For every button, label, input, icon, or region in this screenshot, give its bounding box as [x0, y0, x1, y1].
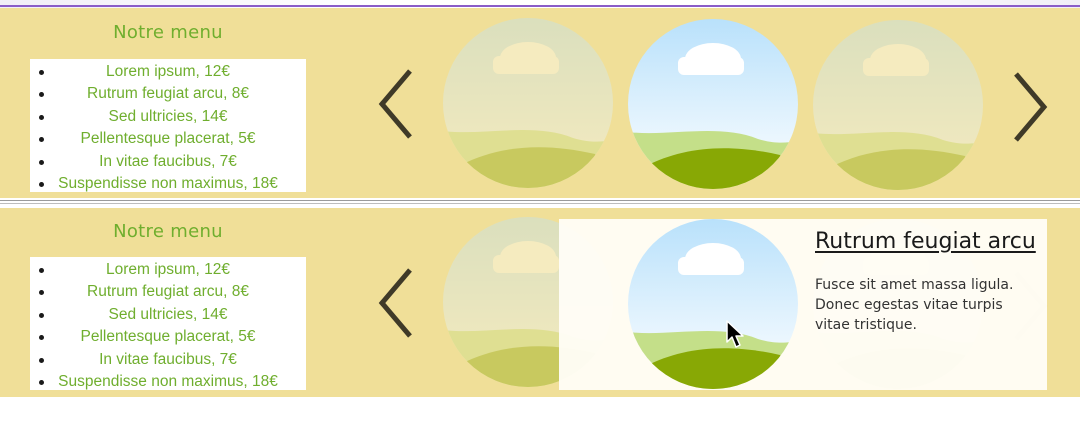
menu-item: In vitae faucibus, 7€	[30, 151, 306, 173]
item-detail-card[interactable]: Rutrum feugiat arcu Fusce sit amet massa…	[559, 219, 1047, 390]
menu-item: Rutrum feugiat arcu, 8€	[30, 83, 306, 105]
carousel-thumbnail[interactable]	[813, 20, 983, 190]
carousel-thumbnail[interactable]	[628, 19, 798, 189]
landscape-icon	[443, 18, 613, 188]
carousel-prev-button[interactable]	[374, 67, 422, 141]
menu-item-text: Rutrum feugiat arcu, 8€	[87, 283, 249, 301]
menu-list-box: Lorem ipsum, 12€ Rutrum feugiat arcu, 8€…	[30, 59, 306, 192]
menu-item: Pellentesque placerat, 5€	[30, 128, 306, 150]
menu-item: Lorem ipsum, 12€	[30, 61, 306, 83]
landscape-icon	[628, 219, 798, 389]
bullet-icon	[39, 70, 44, 75]
landscape-icon	[628, 19, 798, 189]
mouse-pointer-icon	[726, 320, 744, 348]
menu-item-text: Suspendisse non maximus, 18€	[58, 174, 278, 192]
menu-item: Rutrum feugiat arcu, 8€	[30, 281, 306, 303]
landscape-icon	[813, 20, 983, 190]
menu-title: Notre menu	[113, 22, 223, 43]
chevron-left-icon	[378, 69, 412, 139]
menu-list-box: Lorem ipsum, 12€ Rutrum feugiat arcu, 8€…	[30, 257, 306, 390]
menu-item-text: Lorem ipsum, 12€	[105, 63, 231, 80]
menu-item-text: Pellentesque placerat, 5€	[80, 130, 256, 148]
bullet-icon	[39, 290, 44, 296]
carousel-thumbnail[interactable]	[443, 18, 613, 188]
bullet-icon	[39, 335, 44, 341]
menu-item: Sed ultricies, 14€	[30, 304, 306, 326]
top-rule	[0, 0, 1080, 8]
carousel-thumbnail-active[interactable]	[628, 219, 798, 389]
menu-list: Lorem ipsum, 12€ Rutrum feugiat arcu, 8€…	[30, 257, 306, 393]
menu-item: Pellentesque placerat, 5€	[30, 326, 306, 348]
menu-item-text: In vitae faucibus, 7€	[99, 152, 237, 170]
menu-item-text: Sed ultricies, 14€	[108, 305, 228, 323]
menu-item: Suspendisse non maximus, 18€	[30, 173, 306, 195]
menu-list: Lorem ipsum, 12€ Rutrum feugiat arcu, 8€…	[30, 59, 306, 195]
bullet-icon	[39, 312, 44, 318]
menu-item-text: Rutrum feugiat arcu, 8€	[87, 85, 249, 103]
section-divider	[0, 198, 1080, 208]
menu-item: Suspendisse non maximus, 18€	[30, 371, 306, 393]
item-description: Fusce sit amet massa ligula. Donec egest…	[815, 277, 1014, 333]
menu-title: Notre menu	[113, 221, 223, 242]
bullet-icon	[39, 379, 44, 385]
menu-carousel-section: Notre menu Lorem ipsum, 12€ Rutrum feugi…	[0, 8, 1080, 198]
menu-carousel-section: Notre menu Lorem ipsum, 12€ Rutrum feugi…	[0, 208, 1080, 397]
menu-item: Lorem ipsum, 12€	[30, 259, 306, 281]
carousel-prev-button[interactable]	[374, 266, 422, 340]
bullet-icon	[39, 181, 44, 187]
menu-item-text: Sed ultricies, 14€	[108, 107, 228, 125]
menu-item-text: Suspendisse non maximus, 18€	[58, 372, 278, 390]
chevron-left-icon	[378, 268, 412, 338]
bullet-icon	[39, 92, 44, 98]
menu-item-text: Pellentesque placerat, 5€	[80, 328, 256, 346]
menu-item: Sed ultricies, 14€	[30, 106, 306, 128]
carousel-next-button[interactable]	[1004, 70, 1052, 144]
bullet-icon	[39, 159, 44, 165]
chevron-right-icon	[1014, 72, 1048, 142]
menu-item-text: Lorem ipsum, 12€	[105, 261, 231, 278]
bullet-icon	[39, 268, 44, 273]
bullet-icon	[39, 114, 44, 120]
bullet-icon	[39, 137, 44, 143]
item-title-link[interactable]: Rutrum feugiat arcu	[815, 229, 1036, 254]
bullet-icon	[39, 357, 44, 363]
menu-item-text: In vitae faucibus, 7€	[99, 350, 237, 368]
menu-item: In vitae faucibus, 7€	[30, 349, 306, 371]
